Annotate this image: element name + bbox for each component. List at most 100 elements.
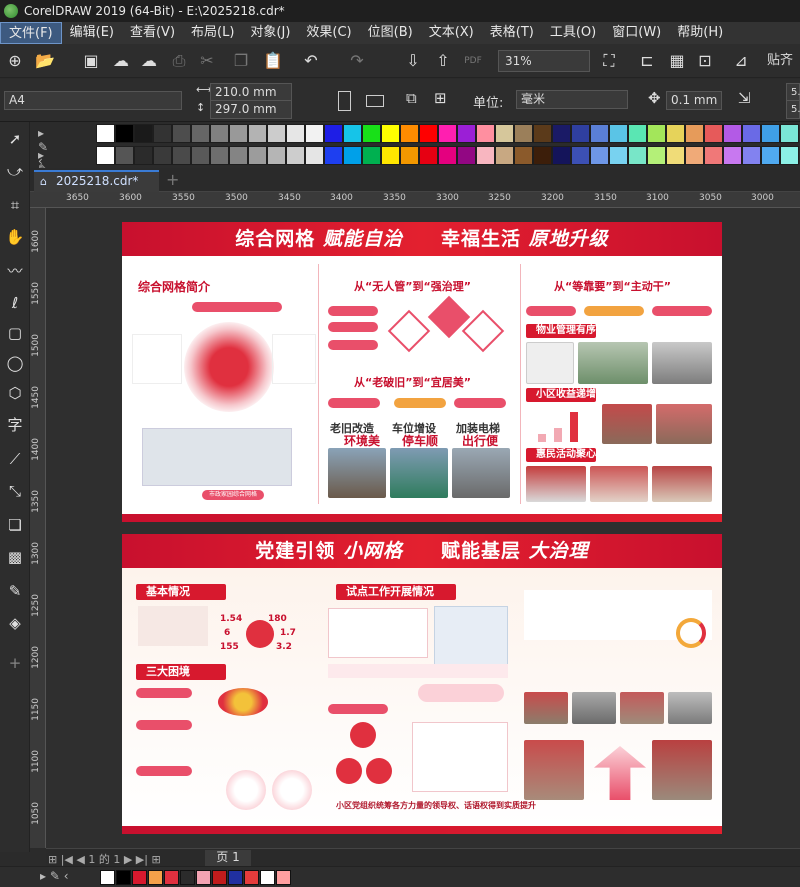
page-navigator[interactable]: ⊞ |◀ ◀ 1 的 1 ▶ ▶| ⊞ <box>48 851 161 867</box>
palette-swatch[interactable] <box>723 124 742 143</box>
palette-swatch[interactable] <box>210 124 229 143</box>
save-icon[interactable]: ▣ <box>80 50 102 72</box>
redo-icon[interactable]: ↷ <box>346 50 368 72</box>
palette-swatch[interactable] <box>419 146 438 165</box>
menu-text[interactable]: 文本(X) <box>421 22 482 44</box>
palette-swatch[interactable] <box>495 146 514 165</box>
palette-swatch[interactable] <box>400 146 419 165</box>
palette-swatch[interactable] <box>704 146 723 165</box>
palette-swatch[interactable] <box>381 124 400 143</box>
landscape-icon[interactable] <box>366 95 384 107</box>
swatch-dark[interactable] <box>180 870 195 885</box>
units-select[interactable]: 毫米 <box>516 90 628 109</box>
palette-swatch[interactable] <box>571 146 590 165</box>
add-tab-icon[interactable]: + <box>166 170 179 189</box>
palette-swatch[interactable] <box>305 124 324 143</box>
palette-swatch[interactable] <box>191 146 210 165</box>
palette-swatch[interactable] <box>761 124 780 143</box>
palette-swatch[interactable] <box>742 146 761 165</box>
add-tool-icon[interactable]: + <box>4 652 26 674</box>
menu-edit[interactable]: 编辑(E) <box>62 22 122 44</box>
export-icon[interactable]: ⇧ <box>432 50 454 72</box>
palette-swatch[interactable] <box>229 124 248 143</box>
pan-tool-icon[interactable]: ✋ <box>4 226 26 248</box>
palette-swatch[interactable] <box>286 146 305 165</box>
menu-help[interactable]: 帮助(H) <box>669 22 731 44</box>
fill-tool-icon[interactable]: ◈ <box>4 612 26 634</box>
swatch-orange[interactable] <box>148 870 163 885</box>
page-height-field[interactable]: 297.0 mm <box>210 100 292 119</box>
menu-effects[interactable]: 效果(C) <box>298 22 359 44</box>
palette-row-1[interactable] <box>96 124 799 145</box>
snap-icon[interactable]: ⊿ <box>730 50 752 72</box>
palette-swatch[interactable] <box>248 124 267 143</box>
palette-swatch[interactable] <box>457 124 476 143</box>
swatch-crimson[interactable] <box>164 870 179 885</box>
palette-swatch[interactable] <box>742 124 761 143</box>
duplicate-y-field[interactable]: 5.0 <box>786 100 800 119</box>
import-icon[interactable]: ⇩ <box>402 50 424 72</box>
palette-swatch[interactable] <box>590 124 609 143</box>
menu-layout[interactable]: 布局(L) <box>183 22 242 44</box>
palette-swatch[interactable] <box>96 146 115 165</box>
palette-swatch[interactable] <box>267 146 286 165</box>
paste-icon[interactable]: 📋 <box>262 50 284 72</box>
swatch-darkred[interactable] <box>212 870 227 885</box>
full-screen-icon[interactable]: ⛶ <box>598 50 620 72</box>
crop-tool-icon[interactable]: ⌗ <box>4 194 26 216</box>
portrait-icon[interactable] <box>338 91 351 111</box>
palette-swatch[interactable] <box>533 146 552 165</box>
cloud-download-icon[interactable]: ☁ <box>110 50 132 72</box>
connector-tool-icon[interactable]: ⤡ <box>4 480 26 502</box>
palette-swatch[interactable] <box>362 124 381 143</box>
menu-window[interactable]: 窗口(W) <box>604 22 669 44</box>
palette-swatch[interactable] <box>267 124 286 143</box>
shape-tool-icon[interactable]: ⤻ <box>4 160 26 182</box>
palette-swatch[interactable] <box>172 146 191 165</box>
menu-table[interactable]: 表格(T) <box>482 22 542 44</box>
palette-swatch[interactable] <box>495 124 514 143</box>
palette-swatch[interactable] <box>381 146 400 165</box>
palette-swatch[interactable] <box>628 124 647 143</box>
palette-swatch[interactable] <box>457 146 476 165</box>
palette-swatch[interactable] <box>362 146 381 165</box>
swatch-salmon[interactable] <box>276 870 291 885</box>
nudge-distance-field[interactable]: 0.1 mm <box>666 91 722 110</box>
palette-swatch[interactable] <box>476 124 495 143</box>
text-tool-icon[interactable]: 字 <box>4 414 26 436</box>
new-document-icon[interactable]: ⊕ <box>4 50 26 72</box>
snap-to-label[interactable]: 贴齐 <box>760 50 800 72</box>
palette-swatch[interactable] <box>476 146 495 165</box>
swatch-navy[interactable] <box>228 870 243 885</box>
transparency-tool-icon[interactable]: ▩ <box>4 546 26 568</box>
menu-file[interactable]: 文件(F) <box>0 22 62 44</box>
palette-swatch[interactable] <box>571 124 590 143</box>
palette-swatch[interactable] <box>685 146 704 165</box>
palette-swatch[interactable] <box>210 146 229 165</box>
menu-object[interactable]: 对象(J) <box>242 22 298 44</box>
palette-swatch[interactable] <box>647 146 666 165</box>
palette-swatch[interactable] <box>400 124 419 143</box>
eyedropper-tool-icon[interactable]: ✎ <box>4 580 26 602</box>
undo-icon[interactable]: ↶ <box>300 50 322 72</box>
swatch-pink[interactable] <box>196 870 211 885</box>
palette-swatch[interactable] <box>134 124 153 143</box>
menu-bitmaps[interactable]: 位图(B) <box>360 22 421 44</box>
zoom-level-field[interactable]: 31% <box>498 50 590 72</box>
palette-swatch[interactable] <box>438 124 457 143</box>
palette-swatch[interactable] <box>780 146 799 165</box>
rulers-icon[interactable]: ⊏ <box>636 50 658 72</box>
vertical-ruler[interactable]: 1600 1550 1500 1450 1400 1350 1300 1250 … <box>30 208 46 848</box>
page-tab[interactable]: 页 1 <box>205 850 251 866</box>
palette-swatch[interactable] <box>590 146 609 165</box>
palette-swatch[interactable] <box>723 146 742 165</box>
print-icon[interactable]: ⎙ <box>168 50 190 72</box>
palette-swatch[interactable] <box>191 124 210 143</box>
palette-swatch[interactable] <box>153 124 172 143</box>
swatch-white[interactable] <box>100 870 115 885</box>
ellipse-tool-icon[interactable]: ◯ <box>4 352 26 374</box>
palette-swatch[interactable] <box>115 124 134 143</box>
status-eyedropper-icon[interactable]: ▸ ✎ ‹ <box>40 869 69 883</box>
palette-swatch[interactable] <box>761 146 780 165</box>
artistic-media-icon[interactable]: ℓ <box>4 292 26 314</box>
